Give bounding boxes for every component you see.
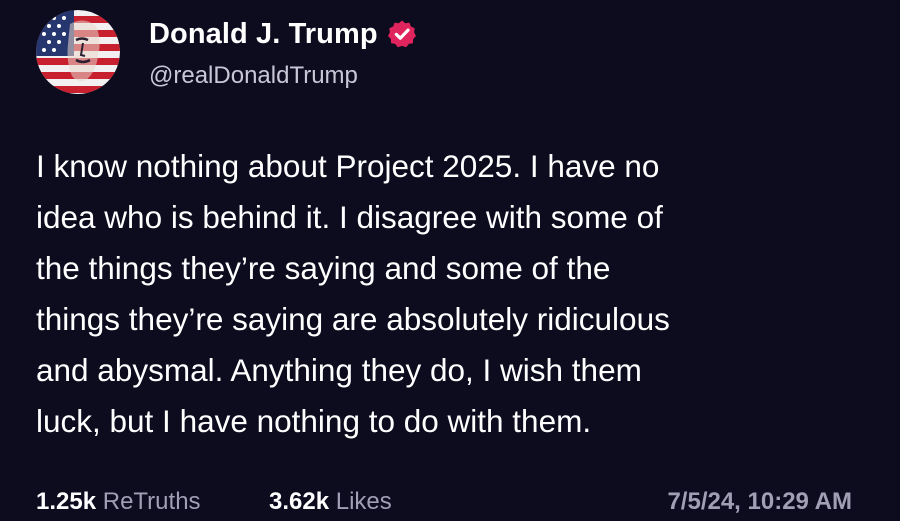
retruths-count: 1.25k — [36, 488, 97, 515]
retruths-stat[interactable]: 1.25k ReTruths — [36, 488, 201, 516]
post-stats: 1.25k ReTruths 3.62k Likes 7/5/24, 10:29… — [36, 488, 852, 520]
post-timestamp[interactable]: 7/5/24, 10:29 AM — [667, 488, 852, 516]
retruths-label: ReTruths — [102, 488, 201, 515]
avatar[interactable] — [36, 10, 120, 94]
flag-portrait-icon — [36, 10, 120, 94]
post-card: Donald J. Trump @realDonaldTrump I know … — [0, 0, 900, 521]
likes-label: Likes — [335, 488, 392, 515]
verified-badge-icon — [387, 19, 417, 49]
name-row: Donald J. Trump — [149, 14, 417, 54]
post-text: I know nothing about Project 2025. I hav… — [36, 148, 670, 439]
likes-stat[interactable]: 3.62k Likes — [269, 488, 392, 516]
likes-count: 3.62k — [269, 488, 330, 515]
user-handle[interactable]: @realDonaldTrump — [149, 62, 358, 90]
display-name[interactable]: Donald J. Trump — [149, 18, 378, 51]
